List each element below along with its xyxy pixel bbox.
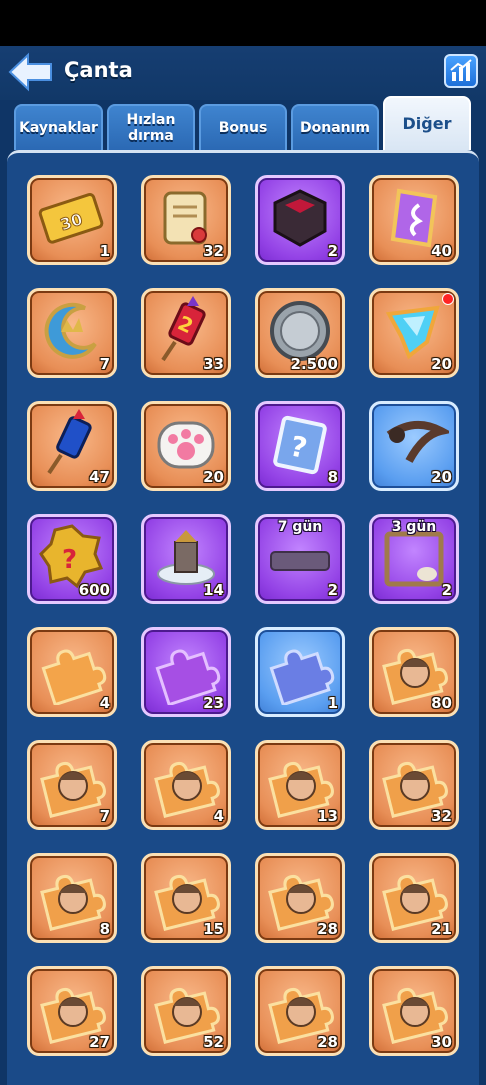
- blue-puzzle-icon: [269, 649, 335, 705]
- item-count: 7: [99, 807, 110, 825]
- inventory-slot[interactable]: 20: [141, 401, 231, 491]
- item-count: 20: [203, 468, 224, 486]
- inventory-slot[interactable]: 8: [27, 853, 117, 943]
- inventory-slot[interactable]: 20: [369, 401, 459, 491]
- inventory-slot[interactable]: 27: [27, 966, 117, 1056]
- tab-label: Hızlan dırma: [126, 112, 176, 144]
- orange-puzzle-icon: [41, 649, 107, 705]
- crescent-moon-icon: [44, 302, 97, 359]
- inventory-slot[interactable]: ? 600: [27, 514, 117, 604]
- inventory-slot[interactable]: 23: [141, 627, 231, 717]
- duration-label: 7 gün: [277, 519, 323, 535]
- back-button[interactable]: [8, 52, 54, 92]
- tab-diger[interactable]: Diğer: [383, 96, 471, 150]
- inventory-slot[interactable]: 30 1: [27, 175, 117, 265]
- inventory-slot[interactable]: 30: [369, 966, 459, 1056]
- inventory-slot[interactable]: 47: [27, 401, 117, 491]
- item-count: 8: [99, 920, 110, 938]
- item-count: 80: [431, 694, 452, 712]
- item-count: 4: [99, 694, 110, 712]
- hero-puzzle-icon: [40, 761, 106, 818]
- inventory-slot[interactable]: 32: [141, 175, 231, 265]
- inventory-slot[interactable]: 4: [141, 740, 231, 830]
- item-count: 1: [327, 694, 338, 712]
- tab-bonus[interactable]: Bonus: [199, 104, 287, 150]
- stats-button[interactable]: [444, 54, 478, 88]
- inventory-slot[interactable]: 13: [255, 740, 345, 830]
- tab-donanim[interactable]: Donanım: [291, 104, 379, 150]
- inventory-slot[interactable]: 7: [27, 740, 117, 830]
- inventory-slot[interactable]: 7: [27, 288, 117, 378]
- inventory-slot[interactable]: 32: [369, 740, 459, 830]
- page-title: Çanta: [64, 58, 133, 82]
- item-count: 30: [431, 1033, 452, 1051]
- item-count: 2: [327, 581, 338, 599]
- tab-hizlandirma[interactable]: Hızlan dırma: [107, 104, 195, 150]
- item-count: 33: [203, 355, 224, 373]
- item-count: 7: [99, 355, 110, 373]
- inventory-slot[interactable]: 1: [255, 627, 345, 717]
- header: Çanta: [0, 46, 486, 100]
- tab-label: Bonus: [218, 120, 268, 136]
- item-count: 14: [203, 581, 224, 599]
- item-count: 21: [431, 920, 452, 938]
- item-count: 2: [441, 581, 452, 599]
- item-count: 20: [431, 355, 452, 373]
- item-count: 4: [213, 807, 224, 825]
- tab-kaynaklar[interactable]: Kaynaklar: [14, 104, 103, 150]
- item-count: 2.500: [290, 355, 338, 373]
- hero-puzzle-icon: [40, 874, 106, 931]
- inventory-slot[interactable]: 40: [369, 175, 459, 265]
- inventory-slot[interactable]: 20: [369, 288, 459, 378]
- inventory-slot[interactable]: 21: [369, 853, 459, 943]
- item-count: 40: [431, 242, 452, 260]
- item-count: 600: [78, 581, 110, 599]
- inventory-slot[interactable]: 2 33: [141, 288, 231, 378]
- inventory-slot[interactable]: 2.500: [255, 288, 345, 378]
- item-count: 8: [327, 468, 338, 486]
- item-count: 2: [327, 242, 338, 260]
- inventory-slot[interactable]: 52: [141, 966, 231, 1056]
- tab-bar: Kaynaklar Hızlan dırma Bonus Donanım Diğ…: [0, 96, 486, 152]
- inventory-slot[interactable]: ? 8: [255, 401, 345, 491]
- status-bar: [0, 0, 486, 46]
- back-arrow-icon: [8, 52, 52, 92]
- chart-icon: [450, 59, 472, 81]
- inventory-panel: 30 1 32 2 40 7 2 33 2.500 20 47 20? 8 20? 600 14 7 gün 2 3…: [7, 150, 479, 1085]
- inventory-slot[interactable]: 28: [255, 853, 345, 943]
- inventory-slot[interactable]: 80: [369, 627, 459, 717]
- inventory-slot[interactable]: 15: [141, 853, 231, 943]
- inventory-slot[interactable]: 4: [27, 627, 117, 717]
- ticket-30-icon: 30: [38, 193, 104, 244]
- tab-label: Kaynaklar: [19, 120, 98, 136]
- hero-puzzle-icon: [154, 761, 220, 818]
- item-count: 15: [203, 920, 224, 938]
- item-count: 20: [431, 468, 452, 486]
- tab-label: Diğer: [402, 114, 452, 133]
- inventory-slot[interactable]: 28: [255, 966, 345, 1056]
- item-count: 13: [317, 807, 338, 825]
- notification-dot: [442, 293, 454, 305]
- item-count: 28: [317, 1033, 338, 1051]
- mystery-card-icon: ?: [273, 415, 327, 475]
- item-count: 47: [89, 468, 110, 486]
- item-count: 27: [89, 1033, 110, 1051]
- svg-text:?: ?: [62, 545, 77, 575]
- item-count: 1: [99, 242, 110, 260]
- inventory-slot[interactable]: 2: [255, 175, 345, 265]
- item-count: 23: [203, 694, 224, 712]
- item-count: 52: [203, 1033, 224, 1051]
- tab-label: Donanım: [299, 120, 370, 136]
- item-count: 32: [431, 807, 452, 825]
- dark-cube-icon: [273, 189, 327, 247]
- item-count: 28: [317, 920, 338, 938]
- inventory-slot[interactable]: 14: [141, 514, 231, 604]
- inventory-slot[interactable]: 3 gün 2: [369, 514, 459, 604]
- duration-label: 3 gün: [391, 519, 437, 535]
- item-count: 32: [203, 242, 224, 260]
- inventory-slot[interactable]: 7 gün 2: [255, 514, 345, 604]
